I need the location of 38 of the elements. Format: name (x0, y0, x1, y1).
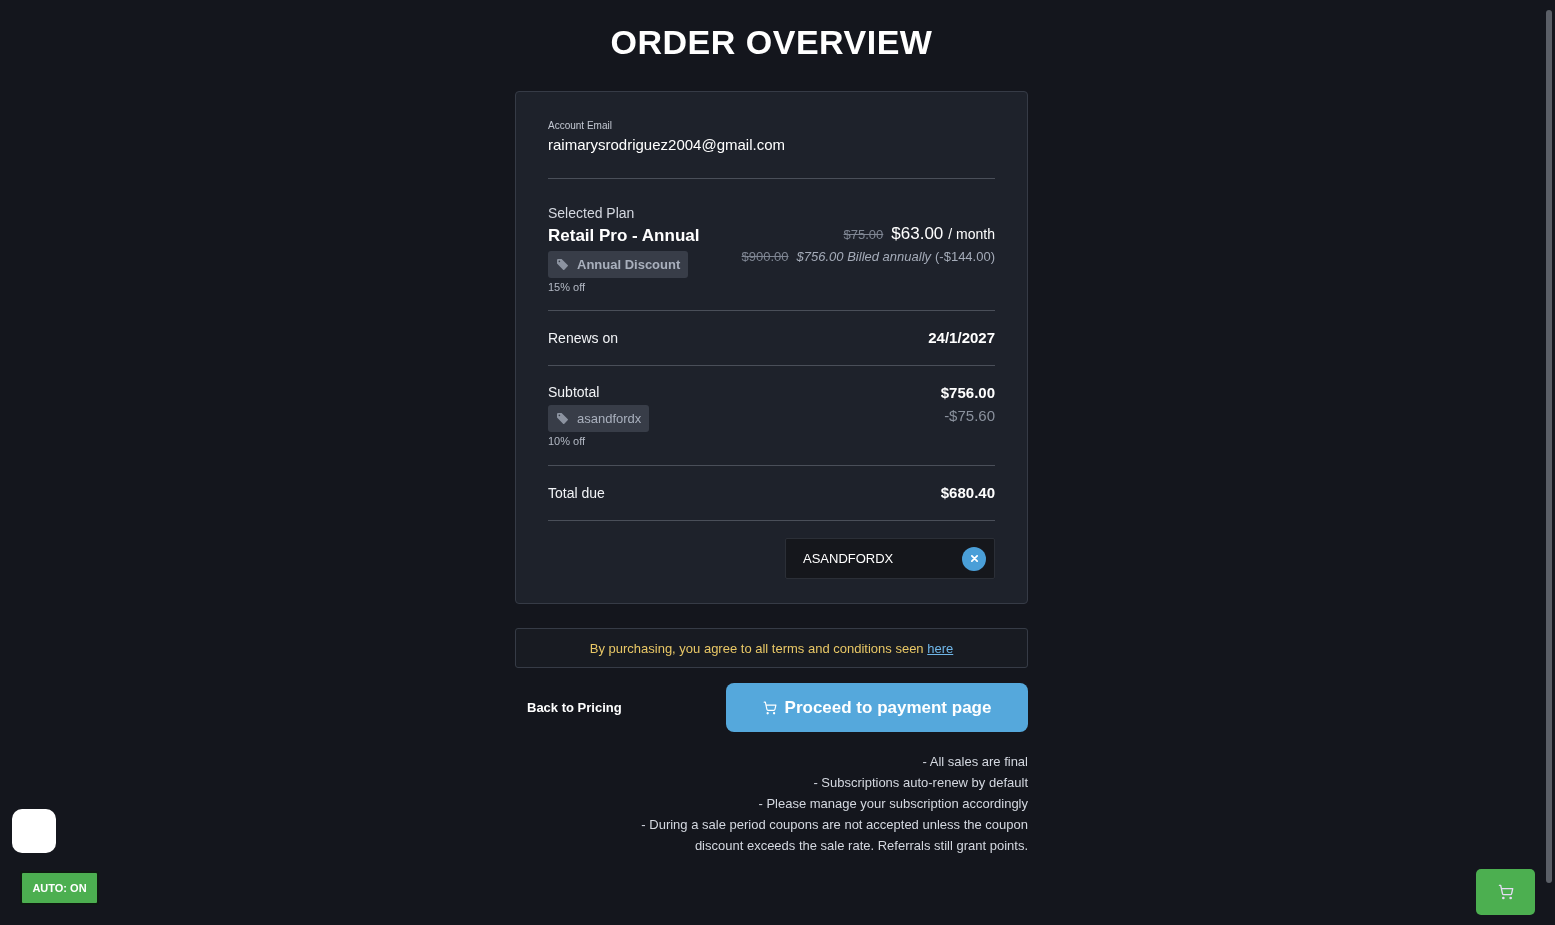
email-value: raimarysrodriguez2004@gmail.com (548, 135, 785, 155)
discount-note: 15% off (548, 280, 586, 294)
terms-text: By purchasing, you agree to all terms and conditions seen here (589, 640, 954, 656)
tag-icon (557, 413, 568, 424)
renewal-label: Renews on (548, 329, 619, 347)
original-annual-price: $900.00 (741, 249, 789, 264)
coupon-field[interactable]: ASANDFORDX (785, 538, 995, 579)
email-label: Account Email (548, 119, 612, 133)
annual-savings: (-$144.00) (935, 249, 995, 264)
clear-coupon-button[interactable] (962, 546, 986, 571)
policy-note: - During a sale period coupons are not accepted unless the coupon discount exceeds the sale rate. Referrals still grant points. (640, 816, 1028, 855)
subtotal-label: Subtotal (548, 383, 600, 401)
widget-button[interactable] (12, 809, 56, 853)
total-amount: $680.40 (940, 483, 995, 503)
renewal-date: 24/1/2027 (928, 328, 995, 348)
cart-icon (1497, 884, 1514, 900)
coupon-note: 10% off (548, 434, 586, 448)
policy-note: - Subscriptions auto-renew by default (813, 774, 1028, 792)
back-to-pricing-link[interactable]: Back to Pricing (527, 700, 622, 715)
price-period: / month (948, 226, 995, 242)
page-title: ORDER OVERVIEW (610, 22, 933, 62)
subtotal-amount: $756.00 (940, 383, 995, 403)
cart-icon (762, 700, 777, 715)
close-icon (970, 555, 978, 562)
original-monthly-price: $75.00 (843, 227, 884, 242)
policy-note: - Please manage your subscription accordingly (758, 795, 1028, 813)
policy-note: - All sales are final (922, 753, 1028, 771)
coupon-tag-text: asandfordx (577, 411, 642, 426)
plan-name: Retail Pro - Annual (548, 225, 700, 247)
total-label: Total due (548, 484, 605, 502)
coupon-code: ASANDFORDX (803, 551, 894, 566)
tag-icon (557, 259, 568, 270)
monthly-price: $63.00 (891, 224, 944, 244)
coupon-discount: -$75.60 (944, 406, 995, 426)
terms-link[interactable]: here (927, 640, 954, 656)
annual-billing: $756.00 Billed annually (796, 249, 931, 264)
discount-tag-text: Annual Discount (577, 257, 681, 272)
plan-label: Selected Plan (548, 204, 635, 222)
